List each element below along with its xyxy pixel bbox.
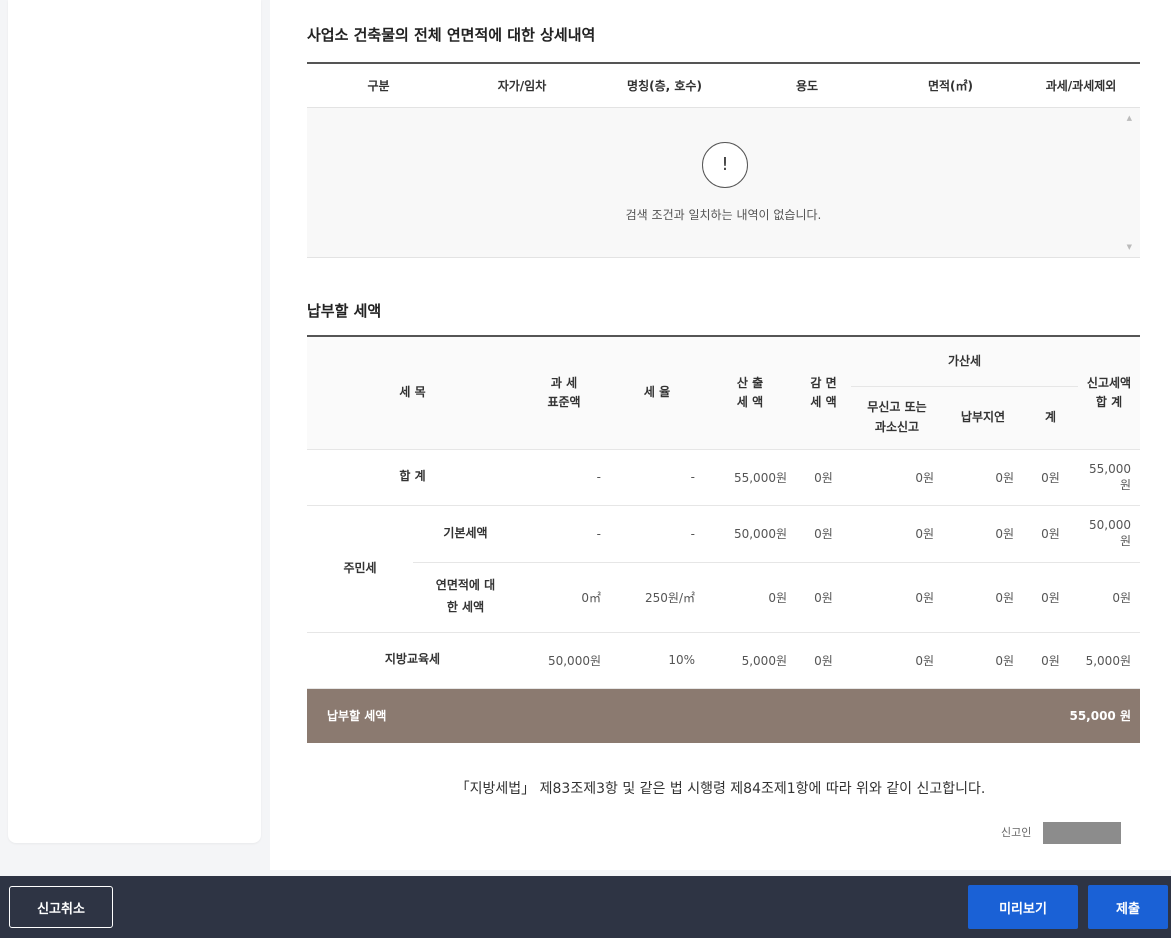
- row-label-basic: 기본세액: [413, 505, 518, 563]
- header-base: 과 세 표준액: [518, 336, 610, 450]
- table-row-area: 연면적에 대 한 세액 0㎡ 250원/㎡ 0원 0원 0원 0원 0원 0원: [307, 562, 1140, 633]
- building-table-header: 구분 자가/임차 명칭(층, 호수) 용도 면적(㎡) 과세/과세제외: [307, 63, 1140, 108]
- cell-base: 50,000원: [518, 632, 610, 689]
- scroll-up-icon[interactable]: ▲: [1127, 114, 1132, 122]
- col-area: 면적(㎡): [879, 63, 1022, 108]
- tax-section-title: 납부할 세액: [307, 302, 382, 320]
- cell-reduce: 0원: [796, 632, 851, 689]
- building-table: 구분 자가/임차 명칭(층, 호수) 용도 면적(㎡) 과세/과세제외: [307, 62, 1140, 108]
- cell-late: 0원: [943, 632, 1023, 689]
- cell-base: 0㎡: [518, 562, 610, 633]
- row-label-edu: 지방교육세: [307, 632, 518, 689]
- bottom-action-bar: 신고취소 미리보기 제출: [0, 876, 1171, 938]
- cell-unreported: 0원: [851, 632, 943, 689]
- payable-total-row: 납부할 세액 55,000 원: [307, 688, 1140, 743]
- building-section-title: 사업소 건축물의 전체 연면적에 대한 상세내역: [307, 26, 596, 44]
- cell-unreported: 0원: [851, 562, 943, 633]
- payable-amount: 55,000 원: [796, 688, 1140, 743]
- cell-base: -: [518, 449, 610, 506]
- cell-reduce: 0원: [796, 449, 851, 506]
- scroll-down-icon[interactable]: ▼: [1127, 243, 1132, 251]
- cell-penalty-sum: 0원: [1023, 632, 1078, 689]
- header-item: 세 목: [307, 336, 518, 450]
- tax-header-row-1: 세 목 과 세 표준액 세 율 산 출 세 액 감 면 세 액 가산세 신고세액…: [307, 336, 1140, 450]
- row-label-sum: 합 계: [307, 449, 518, 506]
- table-row-edu: 지방교육세 50,000원 10% 5,000원 0원 0원 0원 0원 5,0…: [307, 632, 1140, 689]
- cell-rate: -: [610, 449, 704, 506]
- cell-unreported: 0원: [851, 505, 943, 563]
- row-group-resident: 주민세: [307, 505, 413, 633]
- empty-message: 검색 조건과 일치하는 내역이 없습니다.: [625, 208, 822, 222]
- submit-button[interactable]: 제출: [1088, 885, 1168, 929]
- cell-total: 55,000원: [1078, 449, 1140, 506]
- header-penalty: 가산세: [851, 336, 1078, 387]
- main-content: 사업소 건축물의 전체 연면적에 대한 상세내역 구분 자가/임차 명칭(층, …: [270, 0, 1171, 870]
- col-taxable: 과세/과세제외: [1022, 63, 1140, 108]
- declaration-text: 「지방세법」 제83조제3항 및 같은 법 시행령 제84조제1항에 따라 위와…: [455, 781, 986, 797]
- cell-late: 0원: [943, 562, 1023, 633]
- col-owned-leased: 자가/임차: [450, 63, 594, 108]
- cell-penalty-sum: 0원: [1023, 505, 1078, 563]
- left-panel: [8, 0, 261, 843]
- reporter-name-redacted: [1043, 822, 1121, 844]
- cell-total: 50,000원: [1078, 505, 1140, 563]
- page: 사업소 건축물의 전체 연면적에 대한 상세내역 구분 자가/임차 명칭(층, …: [0, 0, 1171, 938]
- payable-label: 납부할 세액: [307, 688, 796, 743]
- cell-calc: 50,000원: [704, 505, 796, 563]
- cell-reduce: 0원: [796, 505, 851, 563]
- cell-calc: 0원: [704, 562, 796, 633]
- cell-penalty-sum: 0원: [1023, 449, 1078, 506]
- header-reduce: 감 면 세 액: [796, 336, 851, 450]
- cell-calc: 55,000원: [704, 449, 796, 506]
- tax-table: 세 목 과 세 표준액 세 율 산 출 세 액 감 면 세 액 가산세 신고세액…: [307, 335, 1140, 743]
- cell-rate: 10%: [610, 632, 704, 689]
- cell-total: 0원: [1078, 562, 1140, 633]
- cancel-report-button[interactable]: 신고취소: [9, 886, 113, 928]
- preview-button[interactable]: 미리보기: [968, 885, 1078, 929]
- header-penalty-sum: 계: [1023, 386, 1078, 450]
- col-usage: 용도: [735, 63, 879, 108]
- cell-total: 5,000원: [1078, 632, 1140, 689]
- building-table-body[interactable]: ! 검색 조건과 일치하는 내역이 없습니다. ▲ ▼: [307, 108, 1140, 258]
- cell-rate: 250원/㎡: [610, 562, 704, 633]
- header-rate: 세 율: [610, 336, 704, 450]
- header-penalty-unreported: 무신고 또는 과소신고: [851, 386, 943, 450]
- table-row-sum: 합 계 - - 55,000원 0원 0원 0원 0원 55,000원: [307, 449, 1140, 506]
- col-category: 구분: [307, 63, 450, 108]
- cell-reduce: 0원: [796, 562, 851, 633]
- cell-late: 0원: [943, 505, 1023, 563]
- cell-penalty-sum: 0원: [1023, 562, 1078, 633]
- exclamation-circle-icon: !: [702, 142, 748, 188]
- table-row-basic: 주민세 기본세액 - - 50,000원 0원 0원 0원 0원 50,000원: [307, 505, 1140, 633]
- header-penalty-late: 납부지연: [943, 386, 1023, 450]
- header-total: 신고세액 합 계: [1078, 336, 1140, 450]
- cell-base: -: [518, 505, 610, 563]
- reporter-label: 신고인: [1001, 826, 1032, 839]
- row-label-area: 연면적에 대 한 세액: [413, 562, 518, 633]
- cell-rate: -: [610, 505, 704, 563]
- cell-late: 0원: [943, 449, 1023, 506]
- cell-calc: 5,000원: [704, 632, 796, 689]
- cell-unreported: 0원: [851, 449, 943, 506]
- header-calc: 산 출 세 액: [704, 336, 796, 450]
- col-name-floor: 명칭(층, 호수): [594, 63, 735, 108]
